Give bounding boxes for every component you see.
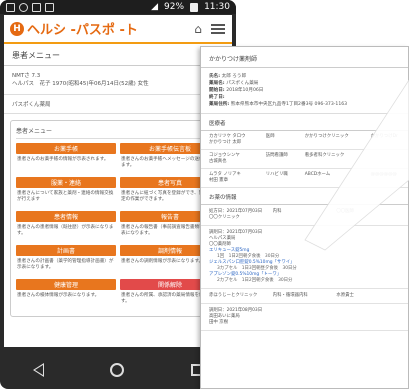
table-cell: コジョウシンヤ 古城真也 [201, 149, 258, 169]
table-cell: カカリツケ タロウ かかりつけ 太郎 [201, 131, 258, 150]
app-screen: H ヘルシ -パスポ -ト ⌂ 患者メニュー NMTさ 7.3 ヘルパス 花子 … [4, 15, 232, 347]
battery-percent: 92% [164, 2, 185, 12]
logo-mark-icon: H [10, 21, 24, 36]
image-icon [32, 2, 41, 12]
menu-description: 患者さんのお薬手帳の情報が示表されます。 [17, 157, 109, 162]
sync-icon [19, 2, 28, 12]
menu-button[interactable]: 健康管理 [16, 279, 116, 290]
table-cell: かかりつけクリニック [296, 131, 363, 150]
app-header: H ヘルシ -パスポ -ト ⌂ [4, 15, 232, 44]
table-row: カカリツケ タロウ かかりつけ 太郎 医師 かかりつけクリニック かかりつけDr [201, 131, 408, 150]
doc-info-row: 終了日: [209, 95, 225, 100]
list-item: 調剤日：2021年08月03日 高田あいに薬局 田中 京樹 [201, 304, 408, 331]
list-item: 赤ほうじーとクリニック 内科・循環器内科 水原貴士 [201, 289, 408, 304]
doc-title: かかりつけ薬剤師 [201, 47, 408, 68]
menu-button[interactable]: 服薬・連絡 [16, 177, 116, 188]
table-cell: @@@@@@ [362, 168, 408, 188]
table-cell [362, 149, 408, 169]
table-cell: 訪問看護師 [257, 149, 297, 169]
list-item: 調剤日：2021年07月03日 ヘルパス薬局 〇〇薬剤師 エリキュース錠5mg 1回 1… [201, 226, 408, 289]
menu-item: 患者情報患者さんの患者情報（既往歴）が示表になります。 [16, 211, 116, 243]
menu-description: 患者さんについて家族と薬剤・連絡の情報交換が行えます [17, 191, 114, 202]
back-icon[interactable] [33, 362, 45, 377]
doc-section-visits: お薬の情報 [201, 188, 408, 205]
menu-grid: お薬手帳 患者さんのお薬手帳の情報が示表されます。 お薬手帳伝言板 患者さんのお薬手帳… [16, 143, 220, 311]
medication-document: かかりつけ薬剤師 氏名: 太郎 ろう郎薬局名: パスポくん薬局 開始日: 2018… [200, 46, 409, 389]
patient-menu: 患者メニュー お薬手帳 患者さんのお薬手帳の情報が示表されます。 お薬手帳伝言板 患者… [10, 120, 226, 317]
app-notification-icon [6, 2, 15, 12]
menu-button[interactable]: 計画書 [16, 245, 116, 256]
doc-info-row: 薬局住所: 熊本県熊本市中央区九品寺1丁目2番3号 096-373-1163 [209, 102, 348, 107]
battery-icon [190, 2, 199, 12]
clock: 11:30 [204, 2, 230, 12]
patient-name: ヘルパス 花子 1970(昭和45)年06月14日(52歳) 女性 [12, 81, 149, 87]
menu-box-title: 患者メニュー [16, 126, 220, 139]
menu-description: 患者さんの検体情報が示表になります。 [17, 293, 100, 298]
table-cell: 看多者科クリニック [296, 149, 363, 169]
menu-item: 計画書患者さんの計画書（薬学的管理指導計画書）が示表になります。 [16, 245, 116, 277]
doc-info-row: 薬局名: パスポくん薬局 [209, 81, 259, 86]
page-title: 患者メニュー [4, 44, 232, 66]
app-logo[interactable]: H ヘルシ -パスポ -ト [10, 19, 138, 38]
table-row: コジョウシンヤ 古城真也 訪問看護師 看多者科クリニック [201, 149, 408, 169]
drug-detail: 2カプセル 1日2回朝夕食後 30日分 [217, 278, 293, 283]
patient-id: NMTさ 7.3 [12, 73, 41, 79]
menu-button[interactable]: お薬手帳 [16, 143, 116, 154]
doc-info: 氏名: 太郎 ろう郎薬局名: パスポくん薬局 開始日: 2018年10月06日 終了… [201, 68, 408, 114]
table-cell: かかりつけDr [362, 131, 408, 150]
visits-list: 処方日：2021年07月03日 内科 〇〇医師 〇〇クリニック 調剤日：2021年07月… [201, 205, 408, 331]
notification-icons [6, 2, 54, 12]
table-cell: ムラタ ノリアキ 村田 憲章 [201, 168, 258, 188]
menu-item: 服薬・連絡患者さんについて家族と薬剤・連絡の情報交換が行えます [16, 177, 116, 209]
menu-description: 患者さんの計画書（薬学的管理指導計画書）が示表になります。 [17, 259, 114, 270]
table-cell: 医師 [257, 131, 297, 150]
menu-description: 患者さんの患者情報（既往歴）が示表になります。 [17, 225, 114, 236]
doc-info-row: 氏名: 太郎 ろう郎 [209, 74, 247, 79]
doc-section-doctors: 医療者 [201, 114, 408, 131]
doctors-table: カカリツケ タロウ かかりつけ 太郎 医師 かかりつけクリニック かかりつけDr コジョウ… [201, 131, 408, 188]
menu-item: 健康管理患者さんの検体情報が示表になります。 [16, 279, 116, 311]
table-cell: リハビリ職 [257, 168, 297, 188]
home-icon[interactable]: ⌂ [190, 21, 206, 37]
list-item: 処方日：2021年07月03日 内科 〇〇医師 〇〇クリニック [201, 205, 408, 226]
mail-icon [45, 2, 54, 12]
menu-item: お薬手帳患者さんのお薬手帳の情報が示表されます。 [16, 143, 116, 175]
table-row: ムラタ ノリアキ 村田 憲章 リハビリ職 ABCDホーム @@@@@@ [201, 168, 408, 188]
table-cell: ABCDホーム [296, 168, 363, 188]
home-circle-icon[interactable] [110, 362, 125, 377]
menu-icon[interactable] [210, 21, 226, 37]
pharmacy-name: パスポくん薬局 [4, 95, 232, 114]
menu-button[interactable]: 患者情報 [16, 211, 116, 222]
logo-text: ヘルシ -パスポ -ト [27, 23, 138, 38]
status-bar: ◢ 92% 11:30 [0, 0, 236, 14]
signal-icon: ◢ [151, 2, 159, 12]
doc-info-row: 開始日: 2018年10月06日 [209, 88, 264, 93]
patient-info: NMTさ 7.3 ヘルパス 花子 1970(昭和45)年06月14日(52歳) … [4, 66, 232, 95]
